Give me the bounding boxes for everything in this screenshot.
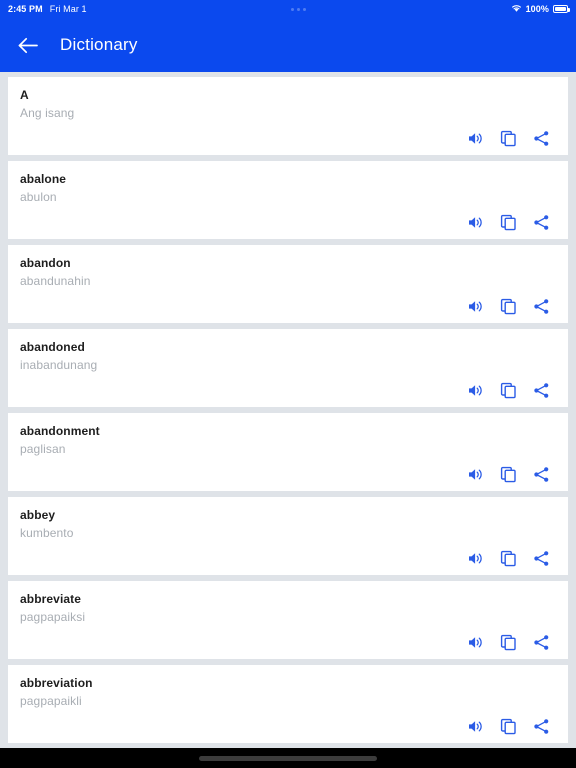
share-icon[interactable] — [533, 382, 550, 399]
entry-actions — [467, 550, 550, 567]
dictionary-entry-card[interactable]: abbreviation pagpapaikli — [8, 665, 568, 743]
dot-1 — [291, 7, 295, 11]
entry-word: abbreviation — [20, 676, 93, 690]
entry-translation: pagpapaiksi — [20, 610, 86, 624]
dot-3 — [303, 7, 307, 11]
entry-word: abbey — [20, 508, 56, 522]
volume-up-icon[interactable] — [467, 718, 484, 735]
volume-up-icon[interactable] — [467, 466, 484, 483]
dictionary-entry-card[interactable]: abbreviate pagpapaiksi — [8, 581, 568, 659]
battery-fill — [555, 7, 566, 11]
home-indicator-pill[interactable] — [199, 755, 377, 761]
status-time: 2:45 PM — [8, 4, 43, 14]
share-icon[interactable] — [533, 718, 550, 735]
entry-actions — [467, 130, 550, 147]
dictionary-entry-card[interactable]: abalone abulon — [8, 161, 568, 239]
entry-translation: inabandunang — [20, 358, 98, 372]
arrow-left-icon[interactable] — [16, 33, 40, 57]
entry-word: abandon — [20, 256, 71, 270]
dictionary-entry-card[interactable]: abbey kumbento — [8, 497, 568, 575]
app-root: 2:45 PM Fri Mar 1 100% Dictionary A Ang … — [0, 0, 576, 768]
battery-percent: 100% — [525, 4, 549, 14]
share-icon[interactable] — [533, 634, 550, 651]
dictionary-entry-card[interactable]: abandon abandunahin — [8, 245, 568, 323]
volume-up-icon[interactable] — [467, 382, 484, 399]
share-icon[interactable] — [533, 214, 550, 231]
copy-icon[interactable] — [500, 298, 517, 315]
entry-translation: pagpapaikli — [20, 694, 82, 708]
dictionary-entry-card[interactable]: abandoned inabandunang — [8, 329, 568, 407]
copy-icon[interactable] — [500, 130, 517, 147]
dictionary-entry-card[interactable]: abandonment paglisan — [8, 413, 568, 491]
share-icon[interactable] — [533, 298, 550, 315]
status-date: Fri Mar 1 — [49, 4, 87, 14]
copy-icon[interactable] — [500, 550, 517, 567]
volume-up-icon[interactable] — [467, 130, 484, 147]
entry-actions — [467, 634, 550, 651]
battery-full-icon — [553, 5, 570, 13]
dictionary-entry-list[interactable]: A Ang isang abalone abulon abandon abandunahi… — [0, 72, 576, 748]
entry-actions — [467, 718, 550, 735]
camera-dots-indicator — [87, 7, 511, 11]
status-bar-right: 100% — [511, 4, 570, 15]
entry-translation: paglisan — [20, 442, 66, 456]
copy-icon[interactable] — [500, 634, 517, 651]
volume-up-icon[interactable] — [467, 214, 484, 231]
entry-translation: abandunahin — [20, 274, 91, 288]
entry-translation: abulon — [20, 190, 57, 204]
entry-actions — [467, 214, 550, 231]
volume-up-icon[interactable] — [467, 298, 484, 315]
entry-translation: kumbento — [20, 526, 74, 540]
volume-up-icon[interactable] — [467, 550, 484, 567]
entry-translation: Ang isang — [20, 106, 75, 120]
status-bar-left: 2:45 PM Fri Mar 1 — [8, 4, 87, 14]
copy-icon[interactable] — [500, 718, 517, 735]
share-icon[interactable] — [533, 130, 550, 147]
share-icon[interactable] — [533, 466, 550, 483]
entry-word: abbreviate — [20, 592, 82, 606]
dictionary-entry-card[interactable]: A Ang isang — [8, 77, 568, 155]
entry-word: abandoned — [20, 340, 85, 354]
entry-word: abalone — [20, 172, 67, 186]
status-bar: 2:45 PM Fri Mar 1 100% — [0, 0, 576, 18]
entry-actions — [467, 382, 550, 399]
copy-icon[interactable] — [500, 214, 517, 231]
dot-2 — [297, 7, 301, 11]
share-icon[interactable] — [533, 550, 550, 567]
app-bar: Dictionary — [0, 18, 576, 72]
page-title: Dictionary — [60, 35, 138, 54]
entry-word: A — [20, 88, 29, 102]
gesture-navigation-bar — [0, 748, 576, 768]
volume-up-icon[interactable] — [467, 634, 484, 651]
copy-icon[interactable] — [500, 466, 517, 483]
copy-icon[interactable] — [500, 382, 517, 399]
entry-actions — [467, 298, 550, 315]
entry-word: abandonment — [20, 424, 100, 438]
entry-actions — [467, 466, 550, 483]
wifi-icon — [511, 4, 522, 15]
